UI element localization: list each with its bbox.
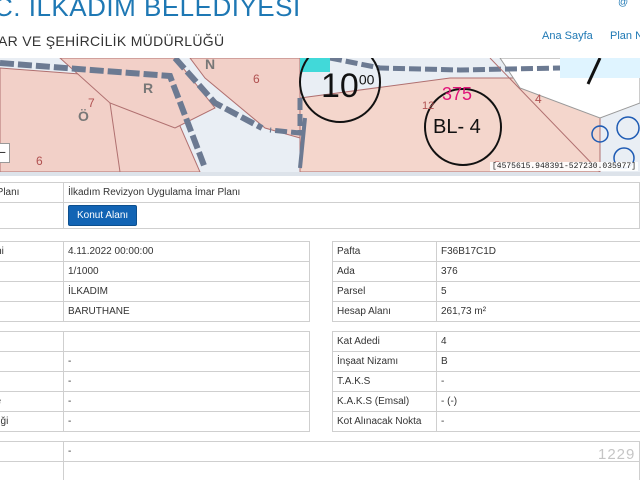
department-title: AR VE ŞEHİRCİLİK MÜDÜRLÜĞÜ (0, 33, 225, 49)
build-label: rinliği (0, 411, 64, 432)
build-label: ce (0, 351, 64, 372)
build-label: çe (0, 371, 64, 392)
parcel-info-right: Pafta F36B17C1D Ada 376 Parsel 5 Hesap Alan… (332, 241, 640, 322)
build-value: - (63, 411, 310, 432)
build-value: - (436, 371, 640, 392)
map-parcel-7: 7 (88, 96, 95, 110)
extra-label: a (0, 461, 64, 480)
build-label: Kot Alınacak Nokta (332, 411, 437, 432)
info-value: 1/1000 (63, 261, 310, 282)
table-row: T.A.K.S - (332, 371, 640, 392)
map-coordinates: [4575615.948391-527230.035977] (489, 162, 638, 171)
extra-label: a (0, 441, 64, 462)
header: C. İLKADIM BELEDİYESİ AR VE ŞEHİRCİLİK M… (0, 0, 640, 58)
page: C. İLKADIM BELEDİYESİ AR VE ŞEHİRCİLİK M… (0, 0, 640, 480)
table-row: arihi4.11.2022 00:00:00 (0, 241, 310, 262)
build-value: - (436, 411, 640, 432)
info-label: Hesap Alanı (332, 301, 437, 322)
info-value: 5 (436, 281, 640, 302)
table-row: İnşaat Nizamı B (332, 351, 640, 372)
build-label: T.A.K.S (332, 371, 437, 392)
extra-value: - (63, 441, 640, 462)
parcel-info-left: arihi4.11.2022 00:00:00 1/1000 İLKADIM B… (0, 241, 310, 322)
table-row: K.A.K.S (Emsal) - (-) (332, 391, 640, 412)
info-value: F36B17C1D (436, 241, 640, 262)
info-value: 261,73 m² (436, 301, 640, 322)
at-icon[interactable]: @ (618, 0, 628, 8)
extra-info: a- a (0, 441, 640, 480)
build-value: - (63, 351, 310, 372)
table-row: Pafta F36B17C1D (332, 241, 640, 262)
table-row: Parsel 5 (332, 281, 640, 302)
info-value: 376 (436, 261, 640, 282)
build-label: nçe (0, 391, 64, 412)
build-value: - (-) (436, 391, 640, 412)
info-label: arihi (0, 241, 64, 262)
info-label: Ada (332, 261, 437, 282)
zoning-map[interactable]: 1000 375 BL- 4 7 6 6 4 12 5 R Ö N − [457… (0, 58, 640, 172)
map-parcel-6b: 6 (253, 72, 260, 86)
map-street-letter-r: R (143, 80, 154, 96)
zoom-out-button[interactable]: − (0, 143, 10, 163)
build-value: 4 (436, 331, 640, 352)
info-value: İLKADIM (63, 281, 310, 302)
build-value: - (63, 391, 310, 412)
nav-plan-link[interactable]: Plan N (610, 30, 640, 42)
map-parcel-4: 4 (535, 92, 542, 106)
nav-home-link[interactable]: Ana Sayfa (542, 30, 593, 42)
table-row: a (0, 461, 640, 480)
table-row: nçe- (0, 391, 310, 412)
table-row: İLKADIM (0, 281, 310, 302)
map-street-letter-n: N (205, 58, 216, 72)
build-value: B (436, 351, 640, 372)
plan-value: İlkadım Revizyon Uygulama İmar Planı (63, 182, 640, 203)
info-label: Pafta (332, 241, 437, 262)
info-value: BARUTHANE (63, 301, 310, 322)
table-row: Kat Adedi 4 (332, 331, 640, 352)
table-row (0, 331, 310, 352)
plan-label: ar Planı (0, 182, 64, 203)
map-street-letter-o: Ö (78, 108, 89, 124)
table-row: rinliği- (0, 411, 310, 432)
map-block-label: BL- 4 (433, 116, 481, 138)
table-row: 1/1000 (0, 261, 310, 282)
info-label: Parsel (332, 281, 437, 302)
table-row: çe- (0, 371, 310, 392)
municipality-title: C. İLKADIM BELEDİYESİ (0, 0, 301, 22)
map-parcel-12: 12 (422, 100, 435, 112)
build-label: K.A.K.S (Emsal) (332, 391, 437, 412)
build-label: Kat Adedi (332, 331, 437, 352)
table-row: Hesap Alanı 261,73 m² (332, 301, 640, 322)
build-value: - (63, 371, 310, 392)
table-row: a- (0, 441, 640, 462)
table-row: on Konut Alanı (0, 202, 640, 229)
table-row: Ada 376 (332, 261, 640, 282)
map-scale-label: 1000 (321, 67, 375, 105)
plan-table: ar Planı İlkadım Revizyon Uygulama İmar … (0, 182, 640, 229)
building-info-right: Kat Adedi 4 İnşaat Nizamı B T.A.K.S - K.A.K… (332, 331, 640, 432)
map-parcel-6a: 6 (36, 154, 43, 168)
info-label (0, 301, 64, 322)
building-info-left: ce- çe- nçe- rinliği- (0, 331, 310, 432)
info-label (0, 261, 64, 282)
map-canvas (0, 58, 640, 172)
map-parcel-375: 375 (442, 84, 473, 104)
info-label (0, 281, 64, 302)
function-label: on (0, 202, 64, 229)
build-label: İnşaat Nizamı (332, 351, 437, 372)
table-row: Kot Alınacak Nokta - (332, 411, 640, 432)
extra-value (63, 461, 640, 480)
build-value (63, 331, 310, 352)
konut-alani-button[interactable]: Konut Alanı (68, 205, 138, 226)
table-row: BARUTHANE (0, 301, 310, 322)
watermark: 1229 (598, 446, 636, 463)
table-row: ar Planı İlkadım Revizyon Uygulama İmar … (0, 182, 640, 203)
info-value: 4.11.2022 00:00:00 (63, 241, 310, 262)
build-label (0, 331, 64, 352)
table-row: ce- (0, 351, 310, 372)
section-divider (0, 172, 640, 176)
